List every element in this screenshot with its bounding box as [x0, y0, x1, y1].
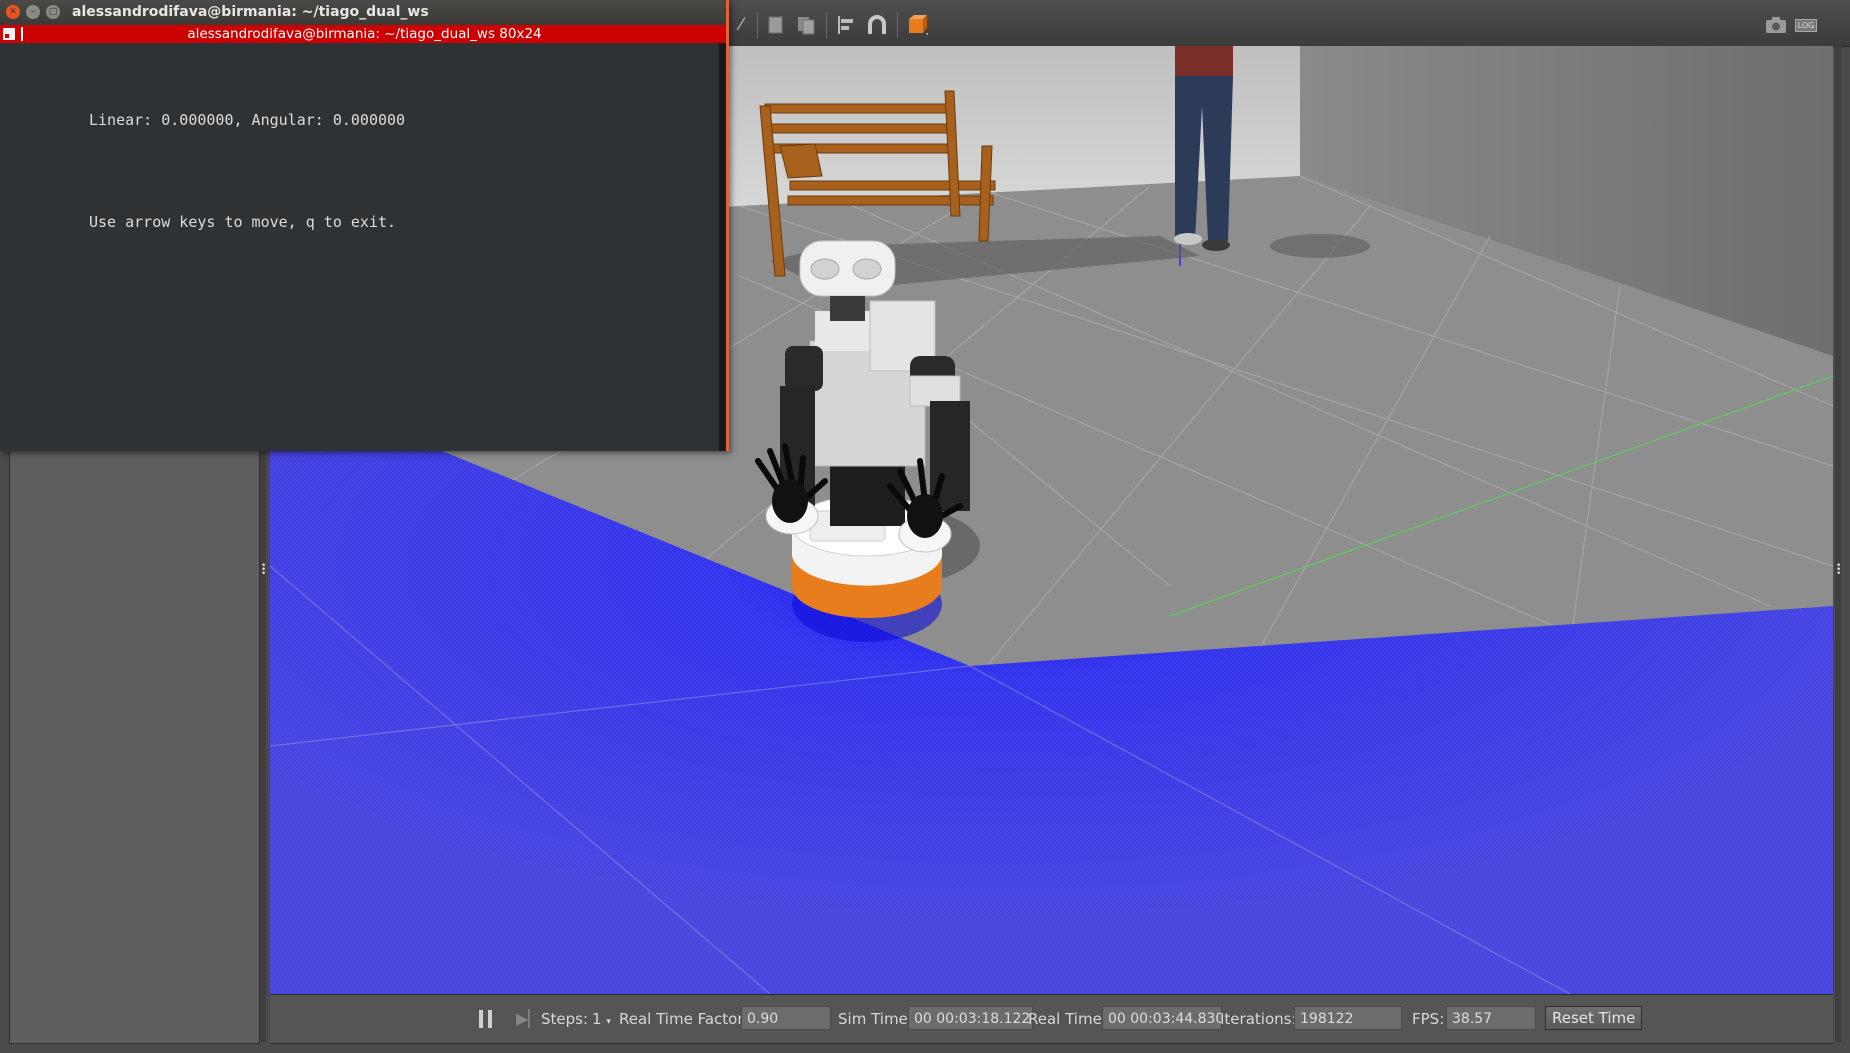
terminal-window-title: alessandrodifava@birmania: ~/tiago_dual_…: [72, 4, 429, 20]
rtf-label: Real Time Factor:: [619, 1010, 749, 1028]
pause-button[interactable]: [479, 1010, 493, 1028]
log-icon[interactable]: LOG: [1794, 14, 1818, 36]
select-icon[interactable]: ⁄: [730, 14, 752, 36]
insert-shape-icon[interactable]: [906, 14, 928, 36]
terminal-window-edge: [726, 0, 729, 451]
real-time-label: Real Time:: [1028, 1010, 1107, 1028]
sim-time-field: 00 00:03:18.122: [908, 1006, 1033, 1030]
paste-icon[interactable]: [795, 14, 817, 36]
terminal-tab[interactable]: alessandrodifava@birmania: ~/tiago_dual_…: [0, 25, 729, 43]
align-icon[interactable]: [836, 14, 858, 36]
maximize-icon[interactable]: □: [46, 5, 60, 19]
snap-icon[interactable]: [866, 14, 888, 36]
terminal-window[interactable]: ✕ – □ alessandrodifava@birmania: ~/tiago…: [0, 0, 729, 451]
iterations-field: 198122: [1294, 1006, 1402, 1030]
minimize-icon[interactable]: –: [26, 5, 40, 19]
simulation-status-bar: ▶▏ Steps: 1 ▾ Real Time Factor: 0.90 Sim…: [270, 994, 1833, 1044]
toolbar-separator: [757, 12, 758, 38]
step-button[interactable]: ▶▏: [516, 1010, 541, 1028]
terminal-line: Use arrow keys to move, q to exit.: [89, 213, 397, 231]
fps-label: FPS:: [1412, 1010, 1445, 1028]
terminal-output[interactable]: Linear: 0.000000, Angular: 0.000000 Use …: [0, 43, 719, 451]
fps-field: 38.57: [1446, 1006, 1536, 1030]
screenshot-icon[interactable]: [1765, 14, 1787, 36]
rtf-field: 0.90: [741, 1006, 831, 1030]
steps-spinbox[interactable]: 1 ▾: [592, 1010, 611, 1028]
toolbar-separator: [897, 12, 898, 38]
terminal-titlebar[interactable]: ✕ – □ alessandrodifava@birmania: ~/tiago…: [0, 0, 729, 25]
steps-label: Steps:: [541, 1010, 589, 1028]
close-icon[interactable]: ✕: [6, 5, 20, 19]
right-splitter[interactable]: • • •: [1835, 46, 1841, 1042]
sim-time-label: Sim Time:: [838, 1010, 913, 1028]
steps-value: 1: [592, 1010, 602, 1028]
terminal-line: Linear: 0.000000, Angular: 0.000000: [89, 111, 406, 129]
real-time-field: 00 00:03:44.830: [1102, 1006, 1222, 1030]
iterations-label: Iterations:: [1220, 1010, 1297, 1028]
toolbar-separator: [826, 12, 827, 38]
log-label: LOG: [1794, 18, 1818, 32]
copy-icon[interactable]: [765, 14, 787, 36]
reset-time-button[interactable]: Reset Time: [1545, 1006, 1643, 1030]
terminal-tab-title: alessandrodifava@birmania: ~/tiago_dual_…: [187, 26, 542, 42]
terminal-scrollbar[interactable]: [719, 43, 726, 451]
steps-chevron-down-icon[interactable]: ▾: [606, 1017, 611, 1027]
